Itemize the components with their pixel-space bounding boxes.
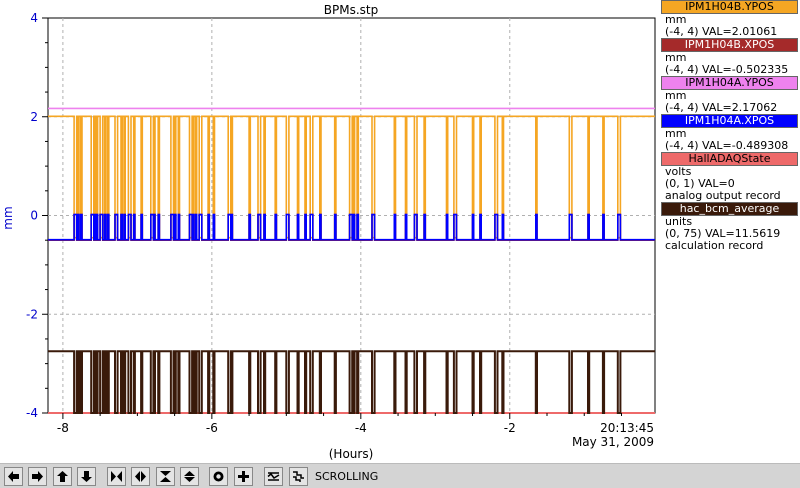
legend-series-button[interactable]: IPM1H04B.XPOS — [661, 38, 798, 52]
legend-entry: IPM1H04B.XPOS mm (-4, 4) VAL=-0.502335 — [658, 38, 800, 76]
x-tick-label: -6 — [206, 421, 218, 435]
y-tick-label: -2 — [26, 307, 38, 321]
y-tick-label: -4 — [26, 406, 38, 420]
legend-entry: IPM1H04B.YPOS mm (-4, 4) VAL=2.01061 — [658, 0, 800, 38]
x-tick-label: -4 — [355, 421, 367, 435]
shrink-horizontal-icon[interactable] — [107, 467, 126, 486]
legend-note: calculation record — [665, 239, 764, 252]
expand-horizontal-icon[interactable] — [131, 467, 150, 486]
legend-entry: hac_bcm_average units (0, 75) VAL=11.5619 c… — [658, 202, 800, 252]
y-tick-label: 4 — [30, 11, 38, 25]
legend-series-button[interactable]: IPM1H04B.YPOS — [661, 0, 798, 14]
chart-title: BPMs.stp — [324, 3, 378, 17]
legend-range-value: (-4, 4) VAL=-0.502335 — [658, 64, 800, 76]
y-tick-label: 2 — [30, 110, 38, 124]
stagger-icon[interactable] — [289, 467, 308, 486]
legend-range: (-4, 4) — [665, 63, 699, 76]
date-label: May 31, 2009 — [572, 435, 654, 449]
legend-value: VAL=-0.502335 — [702, 63, 789, 76]
add-icon[interactable] — [234, 467, 253, 486]
legend-range: (-4, 4) — [665, 25, 699, 38]
y-tick-label: 0 — [30, 209, 38, 223]
expand-vertical-icon[interactable] — [180, 467, 199, 486]
legend-series-button[interactable]: IPM1H04A.YPOS — [661, 76, 798, 90]
legend: IPM1H04B.YPOS mm (-4, 4) VAL=2.01061 IPM1H0… — [658, 0, 800, 252]
legend-note: analog output record — [665, 189, 781, 202]
shrink-vertical-icon[interactable] — [156, 467, 175, 486]
legend-series-button[interactable]: HallADAQState — [661, 152, 798, 166]
scroll-left-icon[interactable] — [4, 467, 23, 486]
legend-value: VAL=2.01061 — [702, 25, 778, 38]
home-icon[interactable] — [264, 467, 283, 486]
legend-value: VAL=2.17062 — [702, 101, 778, 114]
legend-range-value: (-4, 4) VAL=-0.489308 — [658, 140, 800, 152]
x-tick-label: -2 — [504, 421, 516, 435]
legend-range-value: (-4, 4) VAL=2.17062 — [658, 102, 800, 114]
scrolling-status: SCROLLING — [315, 470, 379, 483]
scroll-down-icon[interactable] — [77, 467, 96, 486]
legend-series-button[interactable]: hac_bcm_average — [661, 202, 798, 216]
y-axis-label: mm — [1, 206, 15, 229]
legend-series-button[interactable]: IPM1H04A.XPOS — [661, 114, 798, 128]
legend-entry: IPM1H04A.YPOS mm (-4, 4) VAL=2.17062 — [658, 76, 800, 114]
legend-entry: HallADAQState volts (0, 1) VAL=0 analog out… — [658, 152, 800, 202]
time-label: 20:13:45 — [600, 421, 654, 435]
legend-entry: IPM1H04A.XPOS mm (-4, 4) VAL=-0.489308 — [658, 114, 800, 152]
scroll-up-icon[interactable] — [53, 467, 72, 486]
legend-range-value: (-4, 4) VAL=2.01061 — [658, 26, 800, 38]
legend-range: (-4, 4) — [665, 101, 699, 114]
legend-value: VAL=-0.489308 — [702, 139, 789, 152]
legend-range: (-4, 4) — [665, 139, 699, 152]
x-tick-label: -8 — [57, 421, 69, 435]
x-axis-label: (Hours) — [329, 447, 374, 461]
scroll-right-icon[interactable] — [28, 467, 47, 486]
record-icon[interactable] — [209, 467, 228, 486]
toolbar: SCROLLING — [0, 463, 800, 488]
